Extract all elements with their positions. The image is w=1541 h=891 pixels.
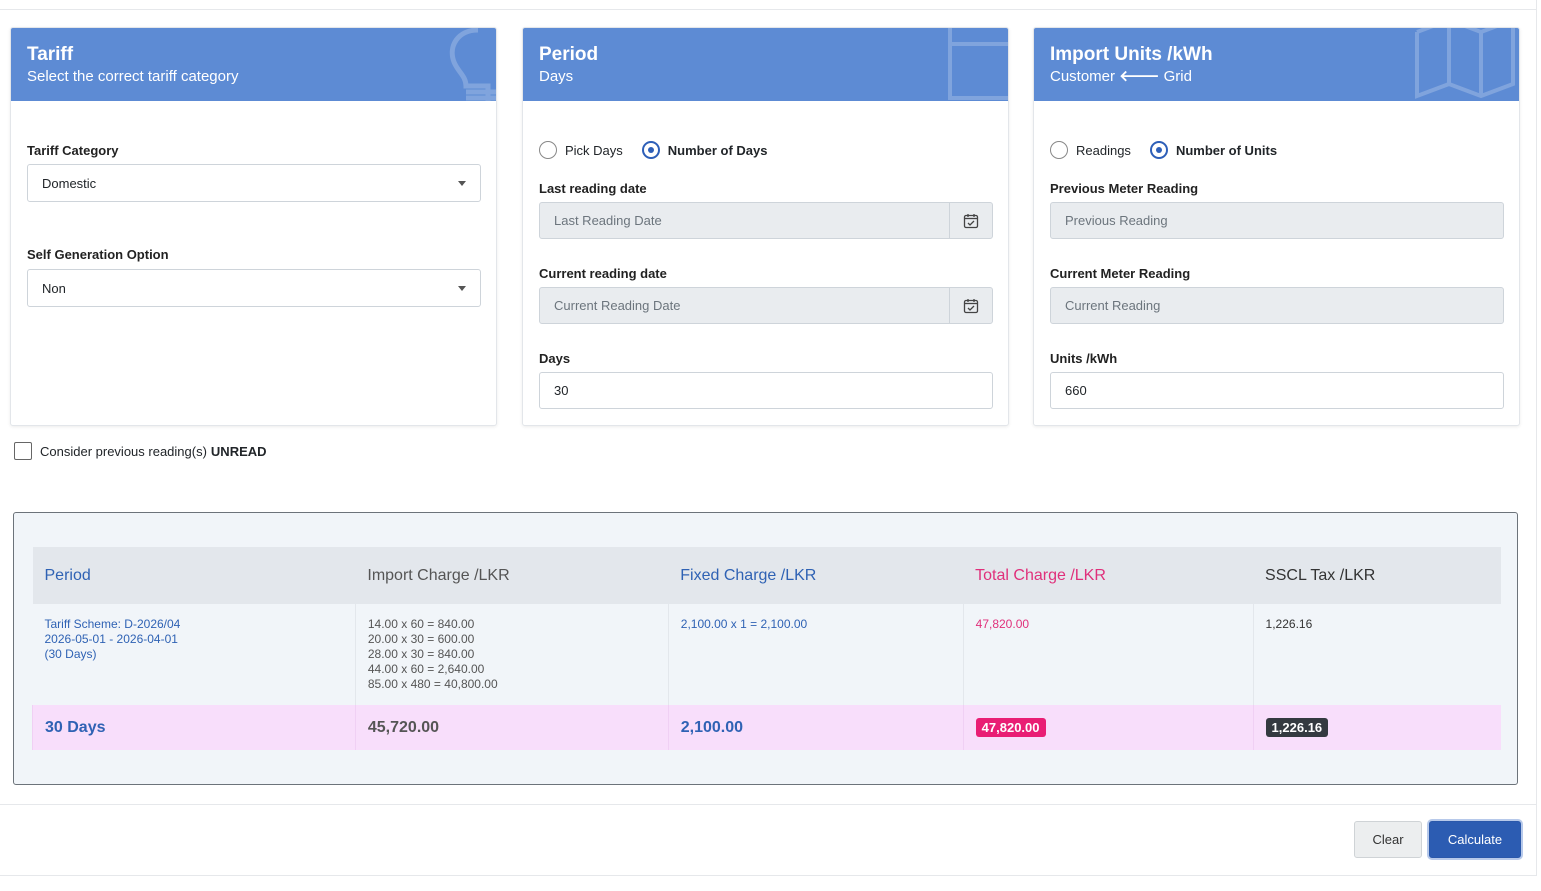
- import-line: 14.00 x 60 = 840.00: [367, 617, 475, 631]
- readings-radio[interactable]: [1050, 141, 1068, 159]
- calendar-check-icon[interactable]: [949, 288, 992, 323]
- number-of-units-radio[interactable]: [1149, 141, 1168, 159]
- subtitle-customer: Customer: [1050, 68, 1116, 85]
- tariff-card-subtitle: Select the correct tariff category: [27, 68, 239, 85]
- unread-checkbox[interactable]: [14, 442, 32, 460]
- header-period: Period: [32, 547, 356, 604]
- total-charge-badge: 47,820.00: [975, 718, 1046, 737]
- results-header-row: Period Import Charge /LKR Fixed Charge /…: [32, 547, 1501, 604]
- last-reading-date-input[interactable]: Last Reading Date: [539, 202, 993, 239]
- import-line: 20.00 x 30 = 600.00: [367, 632, 475, 646]
- previous-reading-placeholder: Previous Reading: [1065, 213, 1168, 228]
- tariff-category-select[interactable]: Domestic: [27, 164, 481, 202]
- period-card-header: Period Days: [523, 28, 1008, 101]
- days-value: 30: [554, 383, 569, 398]
- last-reading-date-label: Last reading date: [539, 181, 647, 196]
- previous-meter-reading-label: Previous Meter Reading: [1050, 181, 1199, 196]
- current-reading-date-label: Current reading date: [539, 266, 667, 281]
- total-fixed-cell: 2,100.00: [667, 705, 964, 750]
- number-of-days-radio[interactable]: [641, 141, 660, 159]
- period-card: Period Days Pick Days Number of Days Las…: [522, 27, 1009, 426]
- last-reading-date-placeholder: Last Reading Date: [554, 213, 662, 228]
- import-units-card-header: Import Units /kWh Customer 🡐 Grid: [1034, 28, 1519, 101]
- right-divider: [1536, 0, 1537, 876]
- days-label: Days: [539, 351, 571, 366]
- import-units-card: Import Units /kWh Customer 🡐 Grid Readin…: [1033, 27, 1520, 426]
- unread-label: Consider previous reading(s): [40, 443, 207, 459]
- sscl-tax-badge: 1,226.16: [1265, 718, 1329, 737]
- arrow-left-icon: 🡐: [1119, 68, 1160, 85]
- results-table: Period Import Charge /LKR Fixed Charge /…: [32, 547, 1501, 750]
- header-total-charge: Total Charge /LKR: [963, 547, 1254, 604]
- period-card-title: Period: [539, 44, 599, 65]
- calendar-icon: [948, 28, 1008, 100]
- number-of-units-label[interactable]: Number of Units: [1176, 143, 1277, 158]
- header-sscl-tax: SSCL Tax /LKR: [1253, 547, 1501, 604]
- current-meter-reading-label: Current Meter Reading: [1050, 266, 1191, 281]
- detail-total-cell: 47,820.00: [962, 604, 1254, 705]
- tariff-category-label: Tariff Category: [27, 143, 119, 158]
- units-kwh-input[interactable]: 660: [1050, 372, 1504, 409]
- detail-import-cell: 14.00 x 60 = 840.00 20.00 x 30 = 600.00 …: [354, 604, 669, 705]
- header-fixed-charge: Fixed Charge /LKR: [668, 547, 964, 604]
- unread-option[interactable]: Consider previous reading(s) UNREAD: [14, 442, 267, 460]
- detail-sscl-cell: 1,226.16: [1252, 604, 1501, 705]
- self-generation-select[interactable]: Non: [27, 269, 481, 307]
- self-generation-value: Non: [42, 280, 66, 296]
- period-card-subtitle: Days: [539, 68, 574, 85]
- total-sscl-cell: 1,226.16: [1252, 705, 1501, 750]
- current-meter-reading-input[interactable]: Current Reading: [1050, 287, 1504, 324]
- pick-days-radio[interactable]: [539, 141, 557, 159]
- table-row: Tariff Scheme: D-2026/04 2026-05-01 - 20…: [32, 604, 1501, 705]
- current-reading-date-input[interactable]: Current Reading Date: [539, 287, 993, 324]
- tariff-card-header: Tariff Select the correct tariff categor…: [11, 28, 496, 101]
- readings-label[interactable]: Readings: [1076, 143, 1131, 158]
- total-period-cell: 30 Days: [32, 705, 356, 750]
- footer-divider: [0, 804, 1537, 805]
- chevron-down-icon: [458, 180, 466, 186]
- tariff-category-value: Domestic: [42, 175, 97, 191]
- units-kwh-label: Units /kWh: [1050, 351, 1118, 366]
- self-generation-label: Self Generation Option: [27, 247, 169, 262]
- book-open-icon: [1415, 28, 1515, 99]
- top-divider: [0, 9, 1537, 10]
- pick-days-label[interactable]: Pick Days: [565, 143, 623, 158]
- number-of-days-label[interactable]: Number of Days: [668, 143, 768, 158]
- import-line: 44.00 x 60 = 2,640.00: [367, 662, 485, 676]
- calculate-button[interactable]: Calculate: [1429, 821, 1521, 858]
- lightbulb-icon: [449, 28, 496, 101]
- clear-button[interactable]: Clear: [1354, 821, 1422, 858]
- days-count: (30 Days): [44, 647, 97, 661]
- detail-fixed-cell: 2,100.00 x 1 = 2,100.00: [667, 604, 964, 705]
- footer-bottom-divider: [0, 875, 1537, 876]
- unread-emphasis: UNREAD: [210, 443, 267, 459]
- calendar-check-icon[interactable]: [949, 203, 992, 238]
- subtitle-grid: Grid: [1163, 68, 1192, 85]
- total-charge-cell: 47,820.00: [962, 705, 1254, 750]
- total-import-cell: 45,720.00: [354, 705, 669, 750]
- date-range: 2026-05-01 - 2026-04-01: [44, 632, 178, 646]
- tariff-scheme: Tariff Scheme: D-2026/04: [44, 617, 181, 631]
- import-line: 85.00 x 480 = 40,800.00: [367, 677, 498, 691]
- chevron-down-icon: [458, 285, 466, 291]
- units-mode-radios: Readings Number of Units: [1050, 141, 1296, 159]
- previous-meter-reading-input[interactable]: Previous Reading: [1050, 202, 1504, 239]
- results-panel: Period Import Charge /LKR Fixed Charge /…: [13, 512, 1518, 785]
- current-reading-placeholder: Current Reading: [1065, 298, 1161, 313]
- units-kwh-value: 660: [1065, 383, 1087, 398]
- tariff-card: Tariff Select the correct tariff categor…: [10, 27, 497, 426]
- totals-row: 30 Days 45,720.00 2,100.00 47,820.00 1,2…: [32, 705, 1501, 750]
- current-reading-date-placeholder: Current Reading Date: [554, 298, 681, 313]
- tariff-card-title: Tariff: [27, 44, 74, 65]
- days-input[interactable]: 30: [539, 372, 993, 409]
- detail-period-cell: Tariff Scheme: D-2026/04 2026-05-01 - 20…: [32, 604, 356, 705]
- period-mode-radios: Pick Days Number of Days: [539, 141, 787, 159]
- header-import-charge: Import Charge /LKR: [355, 547, 669, 604]
- import-line: 28.00 x 30 = 840.00: [367, 647, 475, 661]
